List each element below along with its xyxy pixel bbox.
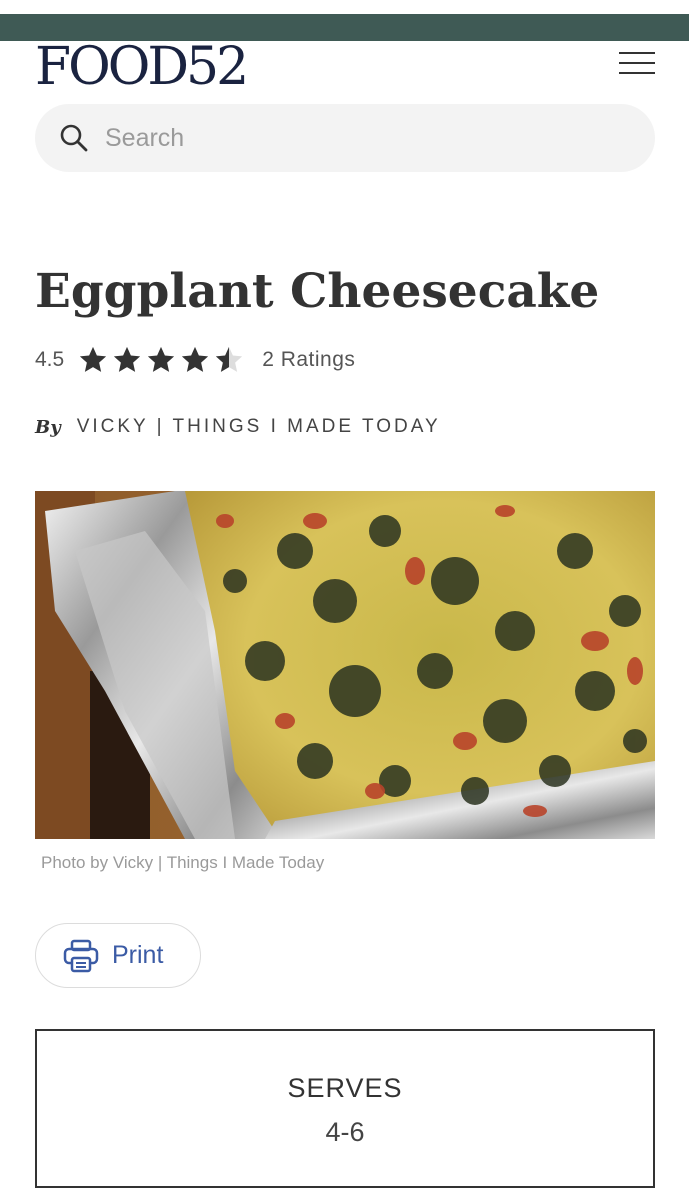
star-icon	[80, 346, 107, 372]
byline: By VICKY | THINGS I MADE TODAY	[35, 412, 441, 442]
status-area	[0, 0, 689, 14]
menu-line	[619, 72, 655, 74]
menu-line	[619, 62, 655, 64]
recipe-title: Eggplant Cheesecake	[35, 264, 600, 319]
search-input[interactable]	[105, 118, 625, 158]
menu-line	[619, 52, 655, 54]
half-star-icon	[216, 346, 243, 372]
star-icon	[148, 346, 175, 372]
author-link[interactable]: VICKY | THINGS I MADE TODAY	[77, 416, 441, 438]
rating-count-link[interactable]: 2 Ratings	[262, 348, 355, 372]
print-button[interactable]: Print	[35, 923, 201, 988]
star-icon	[182, 346, 209, 372]
search-icon	[60, 124, 88, 152]
printer-icon	[63, 939, 99, 972]
site-header: FOOD52	[0, 41, 689, 101]
recipe-photo-image	[35, 491, 655, 839]
food52-logo[interactable]: FOOD52	[35, 41, 249, 93]
rating-row[interactable]: 4.5 2 Ratings	[35, 342, 355, 378]
star-icon	[114, 346, 141, 372]
rating-stars[interactable]	[78, 345, 248, 375]
search-bar[interactable]	[35, 104, 655, 172]
hamburger-menu-icon[interactable]	[619, 51, 655, 77]
serves-label: SERVES	[287, 1073, 403, 1103]
print-label: Print	[112, 941, 164, 969]
serves-box: SERVES 4-6	[35, 1029, 655, 1188]
serves-value: 4-6	[325, 1117, 365, 1147]
by-label: By	[35, 416, 61, 438]
photo-caption: Photo by Vicky | Things I Made Today	[41, 853, 325, 872]
recipe-photo	[35, 491, 655, 839]
rating-value: 4.5	[35, 348, 65, 371]
